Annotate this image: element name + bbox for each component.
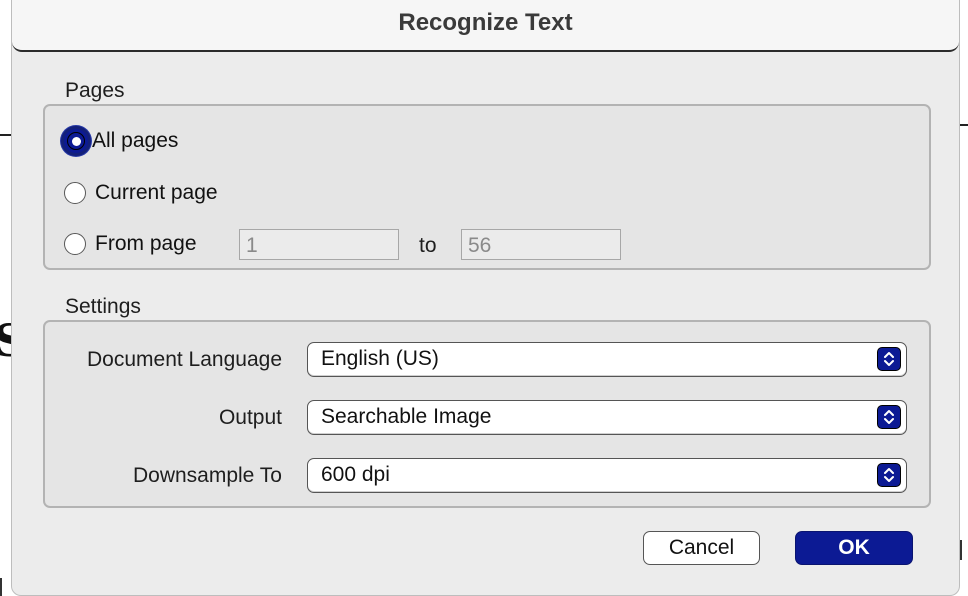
document-language-select[interactable]: English (US)	[307, 342, 907, 377]
chevron-up-down-icon	[877, 347, 901, 371]
settings-group: Document Language English (US) Output Se…	[43, 320, 931, 508]
downsample-select[interactable]: 600 dpi	[307, 458, 907, 493]
background-mark-left	[0, 578, 8, 596]
recognize-text-dialog: Recognize Text Pages All pages Current p…	[11, 0, 960, 596]
to-label: to	[419, 234, 437, 257]
dialog-title: Recognize Text	[398, 9, 573, 36]
settings-section-label: Settings	[65, 295, 141, 318]
dialog-titlebar: Recognize Text	[12, 0, 959, 52]
pages-section-label: Pages	[65, 79, 125, 102]
ok-button[interactable]: OK	[795, 531, 913, 565]
document-language-label: Document Language	[87, 348, 282, 371]
background-mark-right	[960, 540, 968, 560]
radio-current-page[interactable]: Current page	[64, 178, 218, 208]
from-page-input[interactable]: 1	[239, 229, 399, 260]
output-value: Searchable Image	[321, 405, 492, 428]
document-language-value: English (US)	[321, 347, 439, 370]
chevron-up-down-icon	[877, 463, 901, 487]
downsample-value: 600 dpi	[321, 463, 390, 486]
radio-label-current-page: Current page	[95, 181, 218, 204]
radio-button[interactable]	[64, 233, 86, 255]
output-select[interactable]: Searchable Image	[307, 400, 907, 435]
to-page-input[interactable]: 56	[461, 229, 621, 260]
pages-group: All pages Current page From page 1 to 56	[43, 104, 931, 270]
cancel-button[interactable]: Cancel	[643, 531, 760, 565]
radio-from-page[interactable]: From page	[64, 229, 197, 259]
output-label: Output	[218, 406, 282, 429]
radio-button-selected[interactable]	[61, 126, 91, 156]
radio-all-pages[interactable]: All pages	[61, 126, 179, 156]
radio-label-from-page: From page	[95, 232, 197, 255]
downsample-label: Downsample To	[132, 464, 282, 487]
radio-label-all-pages: All pages	[92, 129, 179, 152]
chevron-up-down-icon	[877, 405, 901, 429]
radio-dot	[71, 136, 81, 146]
radio-button[interactable]	[64, 182, 86, 204]
